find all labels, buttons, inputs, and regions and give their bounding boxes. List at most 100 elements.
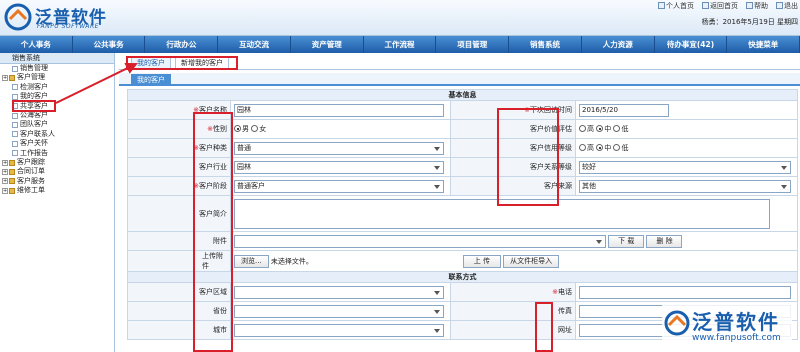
province-select[interactable] [234,304,444,318]
credit-mid-radio[interactable] [596,144,604,151]
sidebar-item[interactable]: 销售管理 [0,64,114,73]
browse-button[interactable]: 浏览... [234,254,269,268]
download-button[interactable]: 下 载 [608,234,645,248]
sidebar-item[interactable]: + 客户跟踪 [0,158,114,167]
credit-high-radio[interactable] [579,144,586,151]
folder-icon [9,75,15,82]
sidebar-item[interactable]: 客户关怀 [0,139,114,148]
attach-select[interactable] [234,234,606,248]
sidebar-item[interactable]: + 合同订单 [0,167,114,176]
expand-icon[interactable]: + [2,187,8,194]
nav-admin[interactable]: 行政办公 [145,36,219,53]
sidebar: 销售系统 销售管理 + 客户管理 检测客户 我的客户 共享客户 公海客户 团队客户 客户联系人客… [0,53,115,352]
no-file-text: 未选择文件。 [270,257,313,265]
top-links: 个人首页 返回首页 帮助 退出 [658,1,798,11]
brand-subtitle: FANPU SOFTWARE [37,23,99,30]
industry-select[interactable]: 园林 [234,160,444,174]
page-icon [12,131,18,138]
folder-icon [9,159,15,166]
watermark-url: www.fanpusoft.com [692,333,781,343]
name-input[interactable]: 园林 [234,103,444,117]
sidebar-item-label: 客户管理 [17,73,45,82]
page-icon [12,150,18,157]
source-select[interactable]: 其他 [579,179,791,193]
expand-icon[interactable]: + [2,75,8,82]
sidebar-item[interactable]: + 客户服务 [0,177,114,186]
upload-button[interactable]: 上 传 [462,254,501,268]
sidebar-highlight-box [12,100,56,112]
value-low-radio[interactable] [613,125,621,132]
nav-assets[interactable]: 资产管理 [291,36,364,53]
sidebar-item-label: 公海客户 [20,110,48,119]
home-icon [658,2,665,9]
value-high-radio[interactable] [579,125,586,132]
relation-select[interactable]: 较好 [579,160,791,174]
nav-todo[interactable]: 待办事宜(42) [655,36,728,53]
folder-icon [9,168,15,175]
type-select[interactable]: 普通 [234,141,444,155]
sidebar-item[interactable]: 客户联系人 [0,130,114,139]
nav-public[interactable]: 公共事务 [73,36,146,53]
watermark: 泛普软件 www.fanpusoft.com [662,304,792,350]
page-icon [12,65,18,72]
gender-female-radio[interactable] [251,125,259,132]
import-button[interactable]: 从文件柜导入 [503,254,560,268]
stage-select[interactable]: 普通客户 [234,179,444,193]
sidebar-item-label: 检测客户 [20,82,48,91]
sidebar-item[interactable]: + 客户管理 [0,73,114,82]
credit-low-radio[interactable] [613,144,621,151]
user-date-info: 杨勇：2016年5月19日 星期四 [701,18,798,26]
nav-shortcut[interactable]: 快捷菜单 [727,36,800,53]
home-link[interactable]: 个人首页 [658,1,694,11]
fanpu-logo-icon [4,3,32,31]
value-mid-radio[interactable] [596,125,604,132]
nav-personal[interactable]: 个人事务 [0,36,73,53]
sidebar-item-label: 维修工单 [17,186,45,195]
gender-male-radio[interactable] [234,125,241,132]
city-select[interactable] [234,323,444,337]
page-icon [12,84,18,91]
sidebar-item-label: 客户服务 [17,176,45,185]
sidebar-item[interactable]: + 维修工单 [0,186,114,195]
folder-icon [9,178,15,185]
phone-input[interactable] [579,285,791,299]
expand-icon[interactable]: + [2,159,8,166]
nav-project[interactable]: 项目管理 [436,36,510,53]
sidebar-tree: 销售管理 + 客户管理 检测客户 我的客户 共享客户 公海客户 团队客户 客户联系人 客户关怀 工作… [0,64,114,195]
back-home-link[interactable]: 返回首页 [702,1,738,11]
back-icon [702,2,709,9]
logout-icon [776,2,783,9]
expand-icon[interactable]: + [2,168,8,175]
nav-interact[interactable]: 互动交流 [218,36,291,53]
sidebar-item[interactable]: 检测客户 [0,83,114,92]
sidebar-item-label: 团队客户 [20,120,48,129]
sidebar-item[interactable]: 团队客户 [0,120,114,129]
page-icon [12,140,18,147]
next-visit-input[interactable]: 2016/5/20 [579,103,669,117]
page-icon [12,93,18,100]
sidebar-item-label: 工作报告 [20,148,48,157]
web-label: 网址 [450,320,576,340]
sidebar-item[interactable]: 公海客户 [0,111,114,120]
expand-icon[interactable]: + [2,178,8,185]
sidebar-item-label: 销售管理 [20,64,48,72]
sidebar-root[interactable]: 销售系统 [0,53,114,64]
logout-link[interactable]: 退出 [776,1,798,11]
fax-label: 传真 [450,301,576,321]
page-icon [12,112,18,119]
top-header: 泛普软件 FANPU SOFTWARE 个人首页 返回首页 帮助 退出 杨勇：2… [0,0,800,36]
region-select[interactable] [234,285,444,299]
subtab-my-customers[interactable]: 我的客户 [131,74,171,86]
delete-button[interactable]: 删 除 [646,234,683,248]
sidebar-item[interactable]: 工作报告 [0,149,114,158]
help-link[interactable]: 帮助 [746,1,768,11]
nav-workflow[interactable]: 工作流程 [364,36,437,53]
label-column-highlight-left [193,112,233,352]
contact-label-highlight-right [535,302,553,352]
fanpu-watermark-icon [664,310,690,336]
tab-highlight-box [126,56,238,70]
main-nav: 个人事务 公共事务 行政办公 互动交流 资产管理 工作流程 项目管理 销售系统 … [0,36,800,53]
sidebar-item-label: 合同订单 [17,167,45,176]
nav-hr[interactable]: 人力资源 [582,36,655,53]
nav-sales[interactable]: 销售系统 [509,36,582,53]
